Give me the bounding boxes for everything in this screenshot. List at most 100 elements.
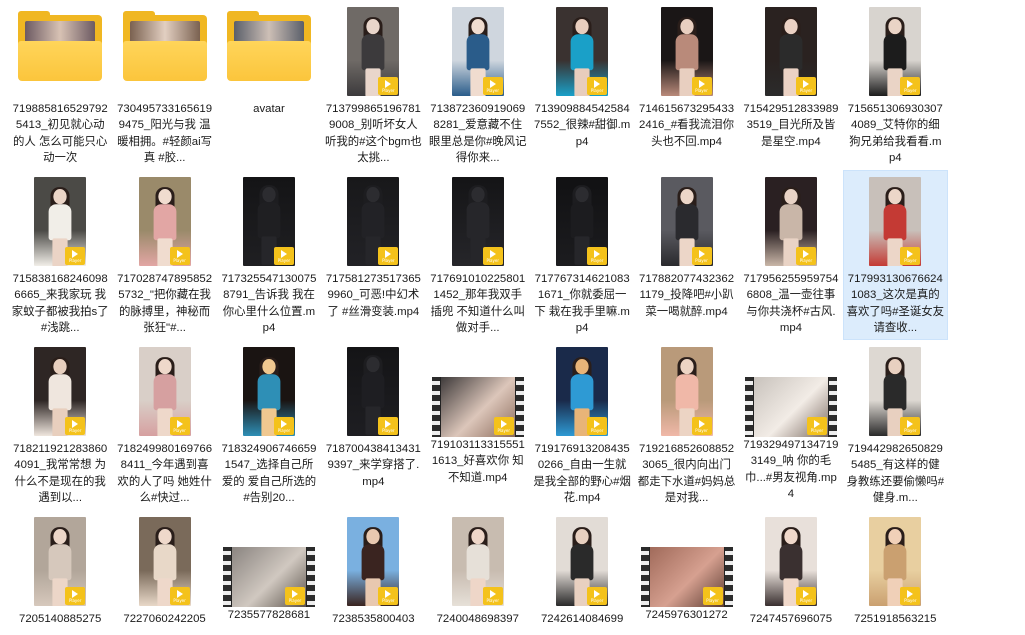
player-badge-icon: Player (65, 247, 86, 265)
landscape-video-thumbnail: Player (744, 377, 837, 437)
video-thumbnail: Player (869, 517, 922, 606)
thumbnail: Player (427, 7, 529, 99)
outfit-shape (883, 544, 907, 581)
thumbnail: Player (9, 347, 111, 439)
video-thumbnail: Player (764, 7, 817, 96)
player-badge-icon: Player (169, 247, 190, 265)
play-triangle-icon (907, 420, 914, 428)
video-file-item[interactable]: Player 7205140885275 (8, 510, 112, 635)
video-thumbnail: Player (451, 517, 504, 606)
file-name-label: 7205140885275 (19, 613, 102, 625)
play-triangle-icon (489, 250, 496, 258)
outfit-shape (48, 204, 72, 241)
player-badge-icon: Player (795, 77, 816, 95)
play-triangle-icon (280, 250, 287, 258)
outfit-shape (570, 34, 594, 71)
play-triangle-icon (72, 420, 79, 428)
head-shape (262, 359, 276, 375)
video-thumbnail: Player (138, 517, 191, 606)
folder-icon (18, 11, 103, 81)
player-badge-text: Player (68, 258, 82, 263)
film-strip-left (744, 377, 753, 437)
video-file-item[interactable]: Player 7183249067466591547_选择自己所爱的 爱自己所选的… (217, 340, 321, 510)
play-triangle-icon (594, 250, 601, 258)
folder-item[interactable]: 7198858165297925413_初见就心动的人 怎么可能只心动一次 (8, 0, 112, 170)
video-thumbnail: Player (242, 347, 295, 436)
play-triangle-icon (500, 420, 507, 428)
outfit-shape (883, 374, 907, 411)
video-file-item[interactable]: Player 7179562559597546808_温一壶往事 与你共浇杯#古风… (739, 170, 843, 340)
folder-front (122, 41, 207, 81)
video-file-item[interactable]: Player 7240048698397 (426, 510, 530, 635)
video-file-item[interactable]: Player 7192168526088523065_很内向出门都走下水道#妈妈总… (634, 340, 738, 510)
thumbnail: Player (531, 517, 633, 609)
file-name-label: 7198858165297925413_初见就心动的人 怎么可能只心动一次 (12, 103, 108, 165)
video-file-item[interactable]: Player 7170287478958525732_"把你藏在我的脉搏里，神秘而… (112, 170, 216, 340)
video-file-item[interactable]: Player 7146156732954332416_#看我流泪你头也不回.mp4 (634, 0, 738, 170)
video-file-item[interactable]: Player 7245976301272 (634, 510, 738, 635)
thumbnail: Player (113, 177, 215, 269)
thumbnail: Player (531, 177, 633, 269)
video-file-item[interactable]: Player 7158381682460986665_来我家玩 我家蚊子都被我拍s… (8, 170, 112, 340)
video-file-item[interactable]: Player 7187004384134319397_来学穿搭了.mp4 (321, 340, 425, 510)
video-file-item[interactable]: Player 7251918563215 (843, 510, 947, 635)
player-badge-text: Player (590, 88, 604, 93)
file-name-label: 7158381682460986665_来我家玩 我家蚊子都被我拍s了#浅跳..… (11, 273, 109, 335)
thumbnail: Player (218, 347, 320, 439)
file-name-label: 7154295128339893519_目光所及皆是星空.mp4 (743, 103, 839, 148)
video-file-item[interactable]: Player 7137998651967819008_别听坏女人 听我的#这个bg… (321, 0, 425, 170)
video-file-item[interactable]: Player 7176910102258011452_那年我双手插兜 不知道什么叫… (426, 170, 530, 340)
player-badge-icon: Player (482, 247, 503, 265)
play-triangle-icon (594, 420, 601, 428)
thumbnail: Player (322, 347, 424, 439)
file-name-label: 7240048698397 (436, 613, 519, 625)
video-file-item[interactable]: Player 7193294971347193149_呐 你的毛巾...#男友视角… (739, 340, 843, 510)
outfit-shape (257, 202, 281, 239)
player-badge-icon: Player (587, 587, 608, 605)
video-file-item[interactable]: Player 7182499801697668411_今年遇到喜欢的人了吗 她姓什… (112, 340, 216, 510)
thumbnail: Player (740, 517, 842, 609)
outfit-shape (883, 34, 907, 71)
video-file-item[interactable]: Player 7227060242205 (112, 510, 216, 635)
video-file-item[interactable]: Player 7235577828681 (217, 510, 321, 635)
outfit-shape (779, 204, 803, 241)
video-file-item[interactable]: Player 7247457696075 (739, 510, 843, 635)
video-file-item[interactable]: Player 7177673146210831671_你就委屈一下 栽在我手里嘛.… (530, 170, 634, 340)
player-badge-text: Player (173, 428, 186, 433)
video-file-item[interactable]: Player 7191031133155511613_好喜欢你 知不知道.mp4 (426, 340, 530, 510)
video-file-item[interactable]: Player 7175812735173659960_可恶!中幻术了 #丝滑变装.… (321, 170, 425, 340)
video-file-item[interactable]: Player 7178820774323621179_投降吧#小趴菜一喝就醉.mp… (634, 170, 738, 340)
player-badge-icon: Player (900, 247, 921, 265)
folder-item[interactable]: 7304957331656199475_阳光与我 温暖相拥。#轻颜ai写真 #胶… (112, 0, 216, 170)
thumbnail: Player (113, 517, 215, 609)
file-name-label: 7137998651967819008_别听坏女人 听我的#这个bgm也太挑..… (324, 103, 422, 165)
video-file-item[interactable]: Player 7138723609190698281_爱意藏不住 眼里总是你#晚风… (426, 0, 530, 170)
video-thumbnail: Player (764, 177, 817, 266)
thumbnail: Player (635, 517, 737, 609)
thumbnail: Player (322, 517, 424, 609)
folder-item[interactable]: avatar (217, 0, 321, 170)
video-file-item[interactable]: Player 7182119212838604091_我常常想 为什么不是现在的我… (8, 340, 112, 510)
player-badge-text: Player (810, 428, 824, 433)
video-file-item[interactable]: Player 7242614084699 (530, 510, 634, 635)
outfit-shape (675, 374, 698, 411)
player-badge-text: Player (382, 258, 395, 263)
player-badge-text: Player (486, 258, 499, 263)
video-file-item[interactable]: Player 7194429826508295485_有这样的健身教练还要偷懒吗#… (843, 340, 947, 510)
video-file-item[interactable]: Player 7156513069303074089_艾特你的细狗兄弟给我看看.m… (843, 0, 947, 170)
video-thumbnail: Player (451, 177, 504, 266)
thumbnail: Player (531, 7, 633, 99)
video-file-item[interactable]: Player 7238535800403 (321, 510, 425, 635)
thumbnail: Player (9, 517, 111, 609)
play-triangle-icon (698, 420, 705, 428)
thumbnail: Player (740, 7, 842, 99)
video-file-item[interactable]: Player 7191769132084350266_自由一生就是我全部的野心#烟… (530, 340, 634, 510)
folder-icon (226, 11, 311, 81)
play-triangle-icon (698, 80, 705, 88)
video-file-item[interactable]: Player 7173255471300758791_告诉我 我在你心里什么位置.… (217, 170, 321, 340)
play-triangle-icon (813, 420, 820, 428)
video-file-item[interactable]: Player 7154295128339893519_目光所及皆是星空.mp4 (739, 0, 843, 170)
file-name-label: 7187004384134319397_来学穿搭了.mp4 (325, 443, 421, 488)
video-file-item[interactable]: Player 7139098845425847552_很辣#甜御.mp4 (530, 0, 634, 170)
video-file-item[interactable]: Player 7179931306766241083_这次是真的喜欢了吗#圣诞女友… (843, 170, 948, 340)
